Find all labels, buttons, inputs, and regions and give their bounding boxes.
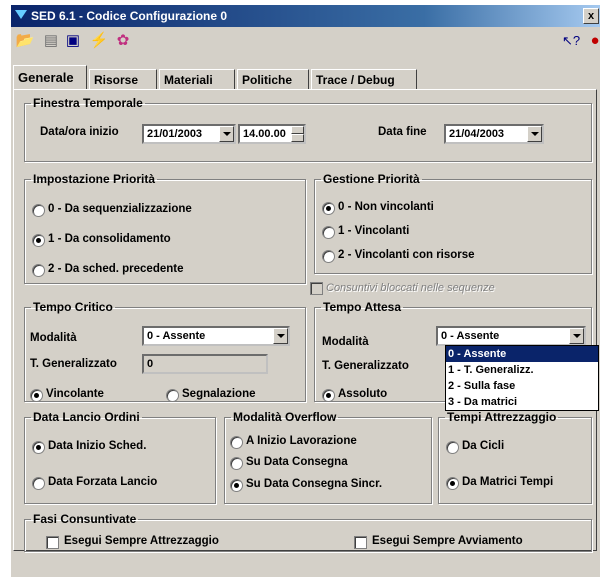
- close-button[interactable]: x: [583, 8, 599, 24]
- exit-icon[interactable]: ●: [585, 31, 600, 51]
- start-time-stepper[interactable]: 14.00.00: [238, 124, 306, 144]
- radio-label: 1 - Da consolidamento: [48, 233, 171, 245]
- t-generalizzato-input[interactable]: 0: [142, 354, 268, 374]
- radio-label: Segnalazione: [182, 388, 256, 400]
- radio-impostazione-1[interactable]: [32, 234, 45, 247]
- end-date-value: 21/04/2003: [449, 128, 505, 140]
- radio-label: 2 - Vincolanti con risorse: [338, 249, 475, 261]
- group-tempo-critico: Tempo Critico: [24, 300, 306, 402]
- radio-a-inizio-lavorazione[interactable]: [230, 436, 243, 449]
- print-icon[interactable]: ▤: [41, 31, 61, 51]
- end-date-dropdown[interactable]: 21/04/2003: [444, 124, 544, 144]
- tempo-attesa-modalita-dropdown[interactable]: 0 - Assente: [436, 326, 586, 346]
- save-icon[interactable]: ▣: [63, 31, 83, 51]
- radio-data-inizio-sched[interactable]: [32, 441, 45, 454]
- esegui-avviamento-checkbox[interactable]: [354, 536, 367, 549]
- tab-panel-generale: Finestra Temporale Data/ora inizio 21/01…: [13, 89, 597, 552]
- tab-materiali[interactable]: Materiali: [159, 69, 235, 89]
- chevron-down-icon[interactable]: [527, 126, 542, 142]
- group-title: Tempo Critico: [33, 300, 113, 314]
- group-title: Tempo Attesa: [323, 300, 402, 314]
- radio-label: 1 - Vincolanti: [338, 225, 410, 237]
- tab-politiche[interactable]: Politiche: [237, 69, 309, 89]
- radio-data-forzata-lancio[interactable]: [32, 477, 45, 490]
- tempo-attesa-dropdown-list: 0 - Assente 1 - T. Generalizz. 2 - Sulla…: [445, 345, 599, 411]
- tab-bar: Generale Risorse Materiali Politiche Tra…: [11, 65, 600, 89]
- end-date-label: Data fine: [378, 126, 427, 138]
- consuntivi-bloccati-label: Consuntivi bloccati nelle sequenze: [326, 282, 495, 294]
- chevron-down-icon[interactable]: [569, 328, 584, 344]
- radio-label: Data Inizio Sched.: [48, 440, 147, 452]
- radio-label: 0 - Non vincolanti: [338, 201, 434, 213]
- checkbox-label: Esegui Sempre Avviamento: [372, 535, 523, 547]
- tempo-critico-modalita-dropdown[interactable]: 0 - Assente: [142, 326, 290, 346]
- window-title: SED 6.1 - Codice Configurazione 0: [31, 9, 228, 23]
- modalita-value: 0 - Assente: [147, 330, 206, 342]
- esegui-attrezzaggio-checkbox[interactable]: [46, 536, 59, 549]
- group-title: Gestione Priorità: [323, 172, 420, 186]
- chevron-down-icon[interactable]: [219, 126, 234, 142]
- radio-da-matrici-tempi[interactable]: [446, 477, 459, 490]
- spin-buttons-icon[interactable]: [291, 126, 304, 142]
- radio-impostazione-2[interactable]: [32, 264, 45, 277]
- t-generalizzato-label: T. Generalizzato: [30, 358, 117, 370]
- modalita-value: 0 - Assente: [441, 330, 500, 342]
- start-date-label: Data/ora inizio: [40, 126, 119, 138]
- radio-label: Da Cicli: [462, 440, 505, 452]
- title-bar[interactable]: SED 6.1 - Codice Configurazione 0 x: [11, 5, 600, 27]
- status-area: [11, 555, 600, 577]
- dropdown-option[interactable]: 1 - T. Generalizz.: [446, 362, 598, 378]
- group-tempi-attrezzaggio: Tempi Attrezzaggio: [438, 410, 592, 504]
- radio-gestione-1[interactable]: [322, 226, 335, 239]
- modalita-label: Modalità: [30, 332, 77, 344]
- dropdown-option[interactable]: 2 - Sulla fase: [446, 378, 598, 394]
- group-title: Impostazione Priorità: [33, 172, 156, 186]
- consuntivi-bloccati-checkbox[interactable]: [310, 282, 323, 295]
- modalita-label: Modalità: [322, 336, 369, 348]
- radio-segnalazione[interactable]: [166, 389, 179, 402]
- radio-label: A Inizio Lavorazione: [246, 435, 357, 447]
- toolbar: 📂 ▤ ▣ ⚡ ✿ ↖? ●: [11, 27, 600, 55]
- radio-label: 2 - Da sched. precedente: [48, 263, 184, 275]
- radio-label: Vincolante: [46, 388, 104, 400]
- t-generalizzato-label: T. Generalizzato: [322, 360, 409, 372]
- radio-vincolante[interactable]: [30, 389, 43, 402]
- run-icon[interactable]: ⚡: [89, 31, 109, 51]
- radio-gestione-2[interactable]: [322, 250, 335, 263]
- application-window: SED 6.1 - Codice Configurazione 0 x 📂 ▤ …: [10, 4, 600, 577]
- group-title: Fasi Consuntivate: [33, 512, 137, 526]
- group-title: Tempi Attrezzaggio: [447, 410, 557, 424]
- group-title: Finestra Temporale: [33, 96, 143, 110]
- group-title: Modalità Overflow: [233, 410, 337, 424]
- open-folder-icon[interactable]: 📂: [15, 31, 35, 51]
- group-title: Data Lancio Ordini: [33, 410, 140, 424]
- group-data-lancio-ordini: Data Lancio Ordini: [24, 410, 216, 504]
- radio-label: Da Matrici Tempi: [462, 476, 554, 488]
- help-pointer-icon[interactable]: ↖?: [561, 31, 581, 51]
- radio-impostazione-0[interactable]: [32, 204, 45, 217]
- start-date-dropdown[interactable]: 21/01/2003: [142, 124, 236, 144]
- tab-risorse[interactable]: Risorse: [89, 69, 157, 89]
- radio-su-data-consegna-sincr[interactable]: [230, 479, 243, 492]
- radio-label: Su Data Consegna: [246, 456, 348, 468]
- chevron-down-icon[interactable]: [273, 328, 288, 344]
- radio-da-cicli[interactable]: [446, 441, 459, 454]
- radio-label: Assoluto: [338, 388, 388, 400]
- radio-gestione-0[interactable]: [322, 202, 335, 215]
- radio-label: 0 - Da sequenzializzazione: [48, 203, 192, 215]
- start-date-value: 21/01/2003: [147, 128, 203, 140]
- radio-su-data-consegna[interactable]: [230, 457, 243, 470]
- radio-label: Su Data Consegna Sincr.: [246, 478, 383, 490]
- color-icon[interactable]: ✿: [113, 31, 133, 51]
- radio-label: Data Forzata Lancio: [48, 476, 158, 488]
- app-icon: [15, 10, 27, 19]
- start-time-value: 14.00.00: [243, 128, 286, 140]
- checkbox-label: Esegui Sempre Attrezzaggio: [64, 535, 219, 547]
- tab-generale[interactable]: Generale: [13, 65, 87, 89]
- radio-assoluto[interactable]: [322, 389, 335, 402]
- dropdown-option[interactable]: 3 - Da matrici: [446, 394, 598, 410]
- dropdown-option[interactable]: 0 - Assente: [446, 346, 598, 362]
- tab-trace-debug[interactable]: Trace / Debug: [311, 69, 417, 89]
